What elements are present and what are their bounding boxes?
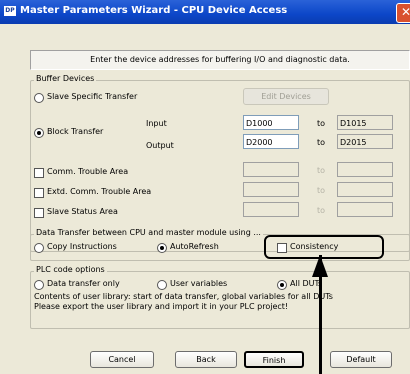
comm-trouble-from-field (243, 162, 299, 177)
plc-note-line1: Contents of user library: start of data … (34, 292, 333, 301)
extd-comm-trouble-from-field (243, 182, 299, 197)
edit-devices-button[interactable]: Edit Devices (243, 88, 329, 105)
window-title: Master Parameters Wizard - CPU Device Ac… (20, 5, 288, 16)
output-from-field[interactable]: D2000 (243, 134, 299, 149)
input-to-field: D1015 (337, 115, 393, 130)
back-button[interactable]: Back (175, 351, 237, 368)
all-duts-label[interactable]: All DUTs (290, 279, 322, 288)
copy-instructions-radio[interactable] (34, 243, 44, 253)
extd-comm-trouble-to-field (337, 182, 393, 197)
app-icon: DP (4, 6, 16, 16)
autorefresh-label[interactable]: AutoRefresh (170, 242, 219, 251)
block-transfer-label[interactable]: Block Transfer (47, 127, 103, 136)
buffer-devices-label: Buffer Devices (34, 74, 97, 83)
slave-specific-label[interactable]: Slave Specific Transfer (47, 92, 137, 101)
extd-comm-trouble-label[interactable]: Extd. Comm. Trouble Area (47, 187, 151, 196)
close-button[interactable]: ✕ (396, 3, 410, 23)
slave-status-label[interactable]: Slave Status Area (47, 207, 118, 216)
to-label: to (317, 186, 326, 195)
to-label: to (317, 138, 326, 147)
cancel-button[interactable]: Cancel (90, 351, 154, 368)
slave-status-checkbox[interactable] (34, 208, 44, 218)
output-label: Output (146, 141, 174, 150)
default-button[interactable]: Default (330, 351, 392, 368)
user-variables-radio[interactable] (157, 280, 167, 290)
callout-arrow-head (312, 255, 328, 277)
to-label: to (317, 119, 326, 128)
dialog-body: Enter the device addresses for buffering… (0, 24, 410, 374)
comm-trouble-checkbox[interactable] (34, 168, 44, 178)
user-variables-label[interactable]: User variables (170, 279, 227, 288)
input-from-field[interactable]: D1000 (243, 115, 299, 130)
info-text: Enter the device addresses for buffering… (30, 50, 410, 70)
block-transfer-radio[interactable] (34, 128, 44, 138)
plc-code-options-label: PLC code options (34, 265, 107, 274)
copy-instructions-label[interactable]: Copy Instructions (47, 242, 117, 251)
input-label: Input (146, 119, 167, 128)
slave-status-from-field (243, 202, 299, 217)
extd-comm-trouble-checkbox[interactable] (34, 188, 44, 198)
finish-button[interactable]: Finish (244, 351, 304, 368)
plc-note-line2: Please export the user library and impor… (34, 302, 289, 311)
data-transfer-only-radio[interactable] (34, 280, 44, 290)
to-label: to (317, 206, 326, 215)
all-duts-radio[interactable] (277, 280, 287, 290)
data-transfer-only-label[interactable]: Data transfer only (47, 279, 120, 288)
autorefresh-radio[interactable] (157, 243, 167, 253)
slave-specific-radio[interactable] (34, 93, 44, 103)
comm-trouble-label[interactable]: Comm. Trouble Area (47, 167, 128, 176)
title-bar: DP Master Parameters Wizard - CPU Device… (0, 0, 410, 24)
output-to-field: D2015 (337, 134, 393, 149)
slave-status-to-field (337, 202, 393, 217)
to-label: to (317, 166, 326, 175)
data-transfer-label: Data Transfer between CPU and master mod… (34, 228, 263, 237)
comm-trouble-to-field (337, 162, 393, 177)
